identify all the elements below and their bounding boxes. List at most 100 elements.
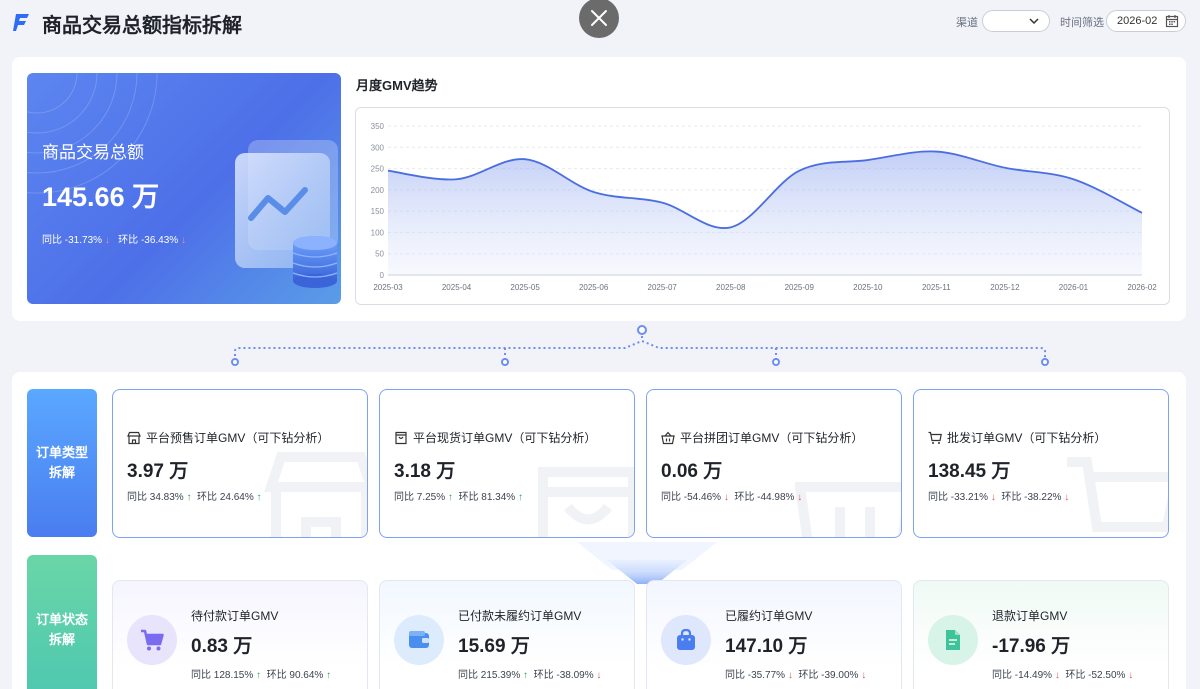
- card-compare: 同比 128.15% ↑ 环比 90.64% ↑: [191, 666, 331, 681]
- yoy-text: 同比 -14.49%: [992, 670, 1053, 681]
- arrow-up-icon: ↑: [523, 670, 529, 681]
- order-type-card-spot[interactable]: 平台现货订单GMV（可下钻分析） 3.18 万 同比 7.25% ↑ 环比 81…: [379, 389, 635, 538]
- arrow-up-icon: ↑: [326, 670, 332, 681]
- chart-title: 月度GMV趋势: [356, 78, 438, 93]
- order-status-card-pending[interactable]: 待付款订单GMV 0.83 万 同比 128.15% ↑ 环比 90.64% ↑: [112, 580, 368, 689]
- shopping-bag-icon: [677, 628, 695, 650]
- date-value: 2026-02: [1117, 15, 1158, 27]
- arrow-down-icon: ↓: [1054, 670, 1060, 681]
- y-tick-label: 50: [375, 250, 384, 259]
- x-tick-label: 2026-01: [1059, 283, 1089, 292]
- arrow-down-icon: ↓: [596, 670, 602, 681]
- order-status-tag: 订单状态 拆解: [27, 555, 97, 689]
- arrow-down-icon: ↓: [990, 492, 996, 503]
- time-filter-label: 时间筛选: [1060, 17, 1104, 29]
- x-tick-label: 2025-07: [648, 283, 678, 292]
- yoy-text: 同比 34.83%: [127, 492, 184, 503]
- y-tick-label: 300: [371, 143, 385, 152]
- x-tick-label: 2025-08: [716, 283, 746, 292]
- order-status-card-refund[interactable]: 退款订单GMV -17.96 万 同比 -14.49% ↓ 环比 -52.50%…: [913, 580, 1169, 689]
- yoy-text: 同比 -35.77%: [725, 670, 786, 681]
- order-status-tag-line1: 订单状态: [35, 612, 88, 627]
- order-status-card-fulfilled[interactable]: 已履约订单GMV 147.10 万 同比 -35.77% ↓ 环比 -39.00…: [646, 580, 902, 689]
- kpi-compare: 同比 -31.73% ↓ 环比 -36.43% ↓: [42, 231, 186, 246]
- mom-text: 环比 24.64%: [197, 492, 254, 503]
- data-point[interactable]: [866, 159, 869, 162]
- data-point[interactable]: [661, 201, 664, 204]
- close-button[interactable]: [579, 0, 619, 38]
- arrow-down-icon: ↓: [797, 492, 803, 503]
- yoy-value: -31.73%: [64, 235, 103, 246]
- flow-connector: [231, 325, 1049, 366]
- data-point[interactable]: [455, 178, 458, 181]
- card-label: 已履约订单GMV: [725, 609, 813, 623]
- card-value: 0.83 万: [191, 636, 253, 657]
- data-point[interactable]: [1141, 211, 1144, 214]
- data-point[interactable]: [798, 169, 801, 172]
- yoy-text: 同比 128.15%: [191, 670, 254, 681]
- arrow-down-icon: ↓: [1128, 670, 1134, 681]
- gmv-trend-chart: 0 50 100 150 200 250 300 350 2025-03 2025-04 2025-…: [355, 107, 1170, 305]
- x-tick-label: 2025-06: [579, 283, 609, 292]
- date-picker[interactable]: 2026-02: [1106, 10, 1186, 32]
- yoy-text: 同比 215.39%: [458, 670, 521, 681]
- gmv-total-card: 商品交易总额 145.66 万 同比 -31.73% ↓ 环比 -36.43% …: [27, 73, 341, 304]
- card-label: 已付款未履约订单GMV: [458, 609, 582, 623]
- arrow-down-icon: ↓: [104, 235, 110, 246]
- card-compare: 同比 -54.46% ↓ 环比 -44.98% ↓: [661, 488, 802, 503]
- card-compare: 同比 7.25% ↑ 环比 81.34% ↑: [394, 488, 523, 503]
- chevron-down-icon: [1029, 18, 1039, 25]
- order-type-card-presale[interactable]: 平台预售订单GMV（可下钻分析） 3.97 万 同比 34.83% ↑ 环比 2…: [112, 389, 368, 538]
- arrow-up-icon: ↑: [447, 492, 453, 503]
- card-value: -17.96 万: [992, 636, 1071, 657]
- gmv-trend-svg: 0 50 100 150 200 250 300 350 2025-03 2025-04 2025-…: [371, 122, 1158, 292]
- card-value: 147.10 万: [725, 636, 808, 657]
- page-title: 商品交易总额指标拆解: [42, 15, 242, 37]
- data-point[interactable]: [592, 190, 595, 193]
- arrow-down-icon: ↓: [861, 670, 867, 681]
- mom-text: 环比 -38.09%: [533, 670, 594, 681]
- data-point[interactable]: [387, 169, 390, 172]
- calendar-icon: [1165, 15, 1179, 28]
- order-status-tag-line2: 拆解: [48, 632, 75, 647]
- cart-icon: [141, 629, 164, 651]
- card-compare: 同比 -33.21% ↓ 环比 -38.22% ↓: [928, 488, 1069, 503]
- channel-select[interactable]: [982, 10, 1050, 32]
- data-point[interactable]: [1003, 166, 1006, 169]
- card-label: 批发订单GMV（可下钻分析）: [947, 431, 1107, 445]
- x-tick-label: 2025-04: [442, 283, 472, 292]
- order-type-card-wholesale[interactable]: 批发订单GMV（可下钻分析） 138.45 万 同比 -33.21% ↓ 环比 …: [913, 389, 1169, 538]
- x-tick-label: 2025-10: [853, 283, 883, 292]
- mom-text: 环比 -39.00%: [798, 670, 859, 681]
- data-point[interactable]: [935, 150, 938, 153]
- arrow-up-icon: ↑: [256, 492, 262, 503]
- header: 商品交易总额指标拆解 渠道 时间筛选 2026-02: [0, 0, 1200, 44]
- arrow-up-icon: ↑: [517, 492, 523, 503]
- data-point[interactable]: [524, 158, 527, 161]
- yoy-label: 同比: [42, 235, 62, 246]
- card-value: 0.06 万: [661, 461, 723, 482]
- y-tick-label: 150: [371, 207, 385, 216]
- breakdown-panel: 订单类型 拆解 平台预售订单GMV（可下钻分析） 3.97 万 同比 34.83%…: [12, 372, 1186, 689]
- data-point[interactable]: [1072, 178, 1075, 181]
- y-tick-label: 250: [371, 165, 385, 174]
- arrow-down-icon: ↓: [180, 235, 186, 246]
- yoy-text: 同比 -33.21%: [928, 492, 989, 503]
- document-icon: [946, 630, 960, 650]
- order-status-card-paid-unfulfilled[interactable]: 已付款未履约订单GMV 15.69 万 同比 215.39% ↑ 环比 -38.…: [379, 580, 635, 689]
- arrow-up-icon: ↑: [256, 670, 262, 681]
- x-tick-label: 2025-09: [785, 283, 815, 292]
- channel-label: 渠道: [956, 17, 978, 29]
- x-tick-label: 2025-12: [990, 283, 1020, 292]
- card-compare: 同比 -14.49% ↓ 环比 -52.50% ↓: [992, 666, 1133, 681]
- data-point[interactable]: [729, 226, 732, 229]
- mom-text: 环比 -44.98%: [734, 492, 795, 503]
- card-label: 平台拼团订单GMV（可下钻分析）: [680, 431, 864, 445]
- trend-chart-illustration-icon: [235, 140, 338, 288]
- x-tick-label: 2026-02: [1127, 283, 1157, 292]
- overview-panel: 商品交易总额 145.66 万 同比 -31.73% ↓ 环比 -36.43% …: [12, 57, 1186, 321]
- wallet-icon: [409, 631, 429, 648]
- order-type-card-group[interactable]: 平台拼团订单GMV（可下钻分析） 0.06 万 同比 -54.46% ↓ 环比 …: [646, 389, 902, 538]
- card-label: 平台现货订单GMV（可下钻分析）: [413, 431, 597, 445]
- mom-text: 环比 81.34%: [458, 492, 516, 503]
